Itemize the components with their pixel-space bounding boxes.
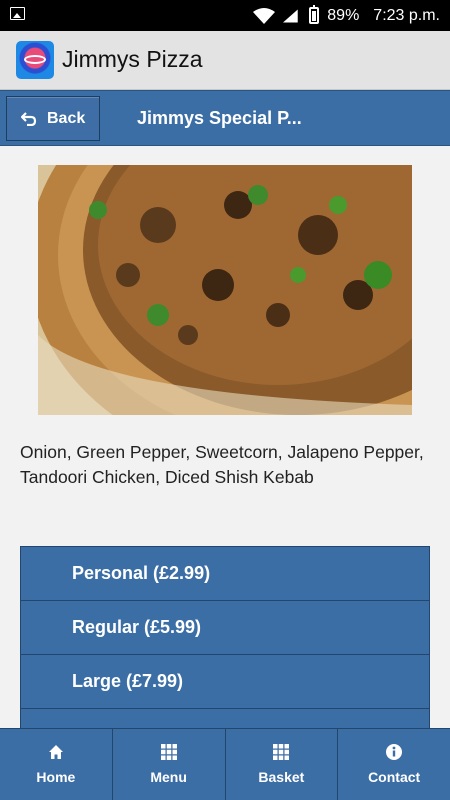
- option-label: Personal (£2.99): [72, 563, 211, 583]
- nav-contact-label: Contact: [368, 769, 421, 785]
- home-icon: [48, 745, 63, 759]
- back-arrow-icon: [21, 111, 37, 126]
- nav-home[interactable]: Home: [0, 729, 113, 800]
- app-title: Jimmys Pizza: [62, 46, 203, 72]
- nav-menu-label: Menu: [150, 769, 187, 785]
- battery-icon: [309, 5, 320, 24]
- page-title: Jimmys Special P...: [137, 108, 302, 128]
- back-button-label: Back: [47, 109, 86, 127]
- grid-icon: [160, 744, 177, 760]
- option-large[interactable]: Large (£7.99): [20, 654, 430, 708]
- status-bar: 89% 7:23 p.m.: [0, 0, 450, 31]
- back-button[interactable]: Back: [6, 96, 100, 141]
- image-icon: [10, 7, 25, 20]
- info-icon: [386, 744, 403, 760]
- battery-percentage: 89%: [327, 6, 360, 24]
- nav-home-label: Home: [36, 769, 76, 785]
- signal-icon: [283, 8, 298, 23]
- nav-menu[interactable]: Menu: [113, 729, 226, 800]
- nav-basket[interactable]: Basket: [226, 729, 339, 800]
- option-personal[interactable]: Personal (£2.99): [20, 546, 430, 600]
- pizza-image: [38, 165, 412, 415]
- wifi-icon: [253, 7, 276, 24]
- jimmys-pizza-logo-icon: [16, 41, 54, 79]
- option-more[interactable]: [20, 708, 430, 728]
- product-description: Onion, Green Pepper, Sweetcorn, Jalapeno…: [20, 442, 424, 487]
- option-regular[interactable]: Regular (£5.99): [20, 600, 430, 654]
- bottom-nav: Home Menu Basket Contact: [0, 728, 450, 800]
- size-options: Personal (£2.99) Regular (£5.99) Large (…: [20, 546, 430, 728]
- app-bar: Jimmys Pizza: [0, 31, 450, 90]
- option-label: Large (£7.99): [72, 671, 184, 691]
- page-header: Back Jimmys Special P...: [0, 90, 450, 146]
- option-label: Regular (£5.99): [72, 617, 202, 637]
- nav-contact[interactable]: Contact: [338, 729, 450, 800]
- clock: 7:23 p.m.: [373, 6, 440, 24]
- grid-icon: [273, 744, 290, 760]
- nav-basket-label: Basket: [258, 769, 305, 785]
